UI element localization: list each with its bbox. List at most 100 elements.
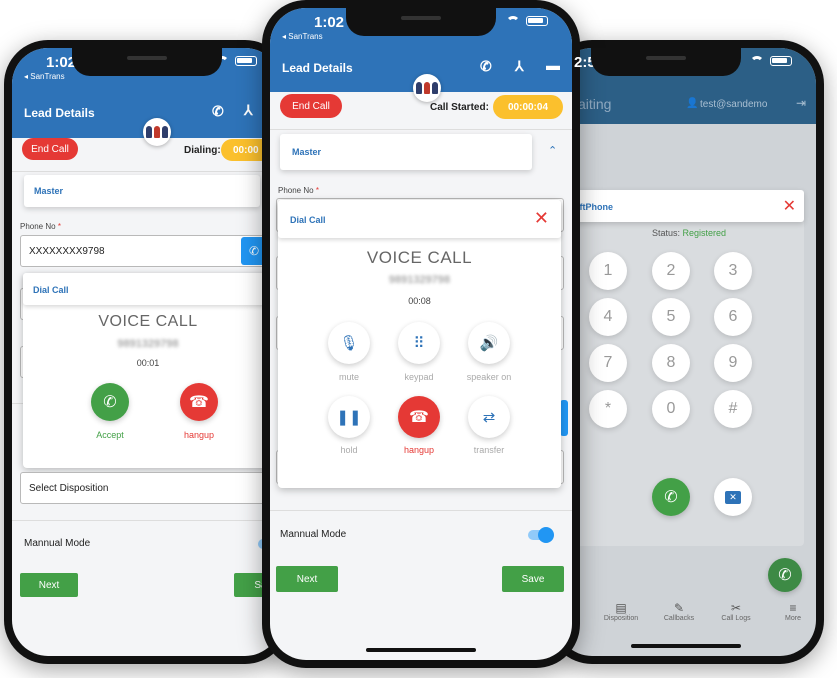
speaker-label: speaker on bbox=[466, 372, 512, 382]
speaker-button[interactable]: 🔊 bbox=[468, 322, 510, 364]
tab-call-logs[interactable]: ✂ Call Logs bbox=[711, 601, 761, 622]
home-indicator bbox=[631, 644, 741, 648]
accept-button[interactable]: ✆ bbox=[91, 383, 129, 421]
next-button[interactable]: Next bbox=[276, 566, 338, 592]
notch bbox=[346, 8, 496, 36]
floating-call-button[interactable]: ✆ bbox=[768, 558, 802, 592]
softphone-dialog: oftPhone ✕ Status: Registered 1 2 3 4 5 6 7 8 9 *… bbox=[564, 190, 804, 546]
dial-key[interactable]: 3 bbox=[714, 252, 752, 290]
master-section[interactable]: Master bbox=[24, 175, 260, 207]
mannual-mode-label: Mannual Mode bbox=[280, 529, 347, 540]
phone-add-icon[interactable]: ✆ bbox=[480, 58, 492, 75]
merge-icon[interactable]: ⅄ bbox=[244, 102, 253, 119]
dial-key[interactable]: 4 bbox=[589, 298, 627, 336]
tab-more[interactable]: ≡ More bbox=[768, 601, 816, 622]
battery-icon bbox=[770, 56, 792, 66]
disposition-select[interactable]: Select Disposition bbox=[20, 472, 280, 504]
phone-label: Phone No * bbox=[20, 222, 61, 231]
dial-key[interactable]: 6 bbox=[714, 298, 752, 336]
dial-key[interactable]: 1 bbox=[589, 252, 627, 290]
close-icon[interactable]: ✕ bbox=[783, 196, 796, 216]
center-phone: 1:02 ◂ SanTrans Lead Details ✆ ⅄ ▬ End C… bbox=[262, 0, 580, 668]
transfer-icon: ⇄ bbox=[482, 409, 496, 426]
backspace-icon: ✕ bbox=[725, 490, 741, 504]
softphone-status: Status: Registered bbox=[651, 228, 727, 238]
mute-label: mute bbox=[338, 372, 359, 382]
dial-button[interactable]: ✆ bbox=[652, 478, 690, 516]
left-screen: 1:02 ◂ SanTrans Lead Details ✆ ⅄ End Cal… bbox=[12, 48, 281, 656]
side-button[interactable] bbox=[560, 400, 568, 436]
end-call-button[interactable]: End Call bbox=[280, 94, 342, 118]
wifi-icon bbox=[506, 16, 520, 26]
carrier-back[interactable]: ◂ SanTrans bbox=[24, 72, 65, 81]
transfer-label: transfer bbox=[473, 445, 505, 455]
master-section[interactable]: Master bbox=[280, 134, 532, 170]
mannual-mode-label: Mannual Mode bbox=[24, 538, 91, 549]
master-label: Master bbox=[292, 147, 322, 157]
status-time: 1:02 bbox=[314, 14, 345, 31]
mannual-mode-toggle[interactable] bbox=[528, 527, 554, 543]
right-screen: 2:58 aiting 👤 test@sandemo ⇥ oftPhone ✕ … bbox=[556, 48, 816, 656]
hold-button[interactable]: ❚❚ bbox=[328, 396, 370, 438]
call-started-label: Call Started: bbox=[430, 102, 489, 113]
dial-key[interactable]: 0 bbox=[652, 390, 690, 428]
voice-call-dialog: Dial Call ✕ VOICE CALL 9891329798 00:08 … bbox=[278, 200, 561, 488]
left-phone: 1:02 ◂ SanTrans Lead Details ✆ ⅄ End Cal… bbox=[4, 40, 289, 664]
pause-icon: ❚❚ bbox=[336, 409, 362, 426]
logout-icon[interactable]: ⇥ bbox=[796, 96, 806, 110]
accept-label: Accept bbox=[96, 430, 124, 440]
call-timer: 00:08 bbox=[408, 296, 431, 306]
close-icon[interactable]: ✕ bbox=[534, 208, 549, 229]
avatar bbox=[413, 74, 441, 102]
mic-icon: 🎙 bbox=[339, 335, 359, 352]
dial-call-bar: Dial Call bbox=[23, 273, 273, 305]
right-phone: 2:58 aiting 👤 test@sandemo ⇥ oftPhone ✕ … bbox=[548, 40, 824, 664]
dial-key[interactable]: 8 bbox=[652, 344, 690, 382]
dial-key[interactable]: * bbox=[589, 390, 627, 428]
dial-key[interactable]: 5 bbox=[652, 298, 690, 336]
phone-input[interactable]: XXXXXXXX9798 bbox=[20, 235, 270, 267]
call-started-timer: 00:00:04 bbox=[493, 95, 563, 119]
hangup-button[interactable]: ☎ bbox=[398, 396, 440, 438]
phone-label: Phone No * bbox=[278, 186, 319, 195]
hangup-label: hangup bbox=[403, 445, 435, 455]
keypad-icon: ⠿ bbox=[413, 335, 425, 352]
tab-disposition[interactable]: ▤ Disposition bbox=[596, 601, 646, 622]
merge-icon[interactable]: ⅄ bbox=[515, 58, 524, 75]
master-label: Master bbox=[34, 186, 64, 196]
mute-button[interactable]: 🎙 bbox=[328, 322, 370, 364]
next-button[interactable]: Next bbox=[20, 573, 78, 597]
call-timer: 00:01 bbox=[136, 358, 160, 368]
dialing-label: Dialing: bbox=[184, 145, 221, 156]
phone-hangup-icon: ☎ bbox=[409, 409, 429, 426]
carrier-back[interactable]: ◂ SanTrans bbox=[282, 32, 323, 41]
battery-icon bbox=[526, 16, 548, 26]
dial-call-title: Dial Call bbox=[290, 215, 326, 225]
notch bbox=[71, 48, 222, 76]
page-title: Lead Details bbox=[24, 106, 95, 120]
keypad-label: keypad bbox=[404, 372, 434, 382]
dial-key[interactable]: 9 bbox=[714, 344, 752, 382]
user-icon: 👤 bbox=[686, 98, 699, 109]
wifi-icon bbox=[750, 56, 764, 66]
tab-callbacks[interactable]: ✎ Callbacks bbox=[654, 601, 704, 622]
keypad-button[interactable]: ⠿ bbox=[398, 322, 440, 364]
softphone-header: oftPhone ✕ bbox=[564, 190, 804, 222]
dial-key[interactable]: # bbox=[714, 390, 752, 428]
battery-icon bbox=[235, 56, 257, 66]
end-call-button[interactable]: End Call bbox=[22, 138, 78, 160]
phone-add-icon[interactable]: ✆ bbox=[212, 103, 224, 120]
speaker-icon: 🔊 bbox=[479, 335, 499, 352]
dial-call-bar: Dial Call ✕ bbox=[278, 200, 561, 238]
backspace-button[interactable]: ✕ bbox=[714, 478, 752, 516]
save-button[interactable]: Save bbox=[502, 566, 564, 592]
caller-number: 9891329798 bbox=[388, 274, 451, 286]
home-indicator bbox=[366, 648, 476, 652]
chevron-up-icon[interactable]: ⌃ bbox=[548, 144, 557, 157]
voice-call-title: VOICE CALL bbox=[366, 248, 473, 267]
hangup-button[interactable]: ☎ bbox=[180, 383, 218, 421]
notch bbox=[591, 48, 741, 76]
dial-key[interactable]: 2 bbox=[652, 252, 690, 290]
dial-key[interactable]: 7 bbox=[589, 344, 627, 382]
transfer-button[interactable]: ⇄ bbox=[468, 396, 510, 438]
